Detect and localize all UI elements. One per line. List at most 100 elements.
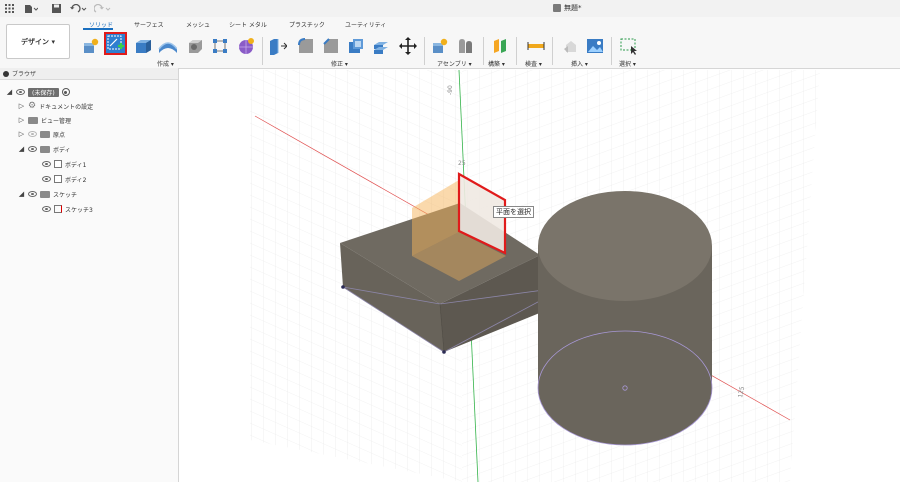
insert-canvas-icon[interactable] <box>585 36 604 55</box>
sweep-icon[interactable] <box>185 36 204 55</box>
extrude-icon[interactable] <box>133 36 152 55</box>
ribbon-separator <box>611 37 612 65</box>
visibility-eye-off-icon[interactable] <box>28 131 37 137</box>
tree-item-label: 原点 <box>53 131 66 139</box>
tree-item-label: ボディ1 <box>65 161 87 169</box>
grid-menu-icon[interactable] <box>4 3 14 14</box>
sketch-point[interactable] <box>442 350 446 354</box>
revolve-icon[interactable] <box>158 36 177 55</box>
root-component-label: (未保存) <box>28 87 59 97</box>
tree-item-bodies[interactable]: ◢ ボディ <box>18 143 71 155</box>
assemble-component-icon[interactable] <box>430 36 449 55</box>
press-pull-icon[interactable] <box>268 36 287 55</box>
fillet-icon[interactable] <box>296 36 315 55</box>
undo-icon[interactable] <box>70 3 88 14</box>
gear-icon: ⚙ <box>28 101 37 111</box>
insert-group-label[interactable]: 挿入 ▾ <box>571 59 588 68</box>
ribbon-separator <box>516 37 517 65</box>
construct-group-label[interactable]: 構築 ▾ <box>488 59 505 68</box>
visibility-eye-icon[interactable] <box>28 191 37 197</box>
workspace-design-button[interactable]: デザイン ▾ <box>6 24 70 59</box>
folder-icon <box>40 190 50 198</box>
chamfer-icon[interactable] <box>321 36 340 55</box>
assemble-group-label[interactable]: アセンブリ ▾ <box>437 59 472 68</box>
loft-icon[interactable] <box>210 36 229 55</box>
tree-item-label: スケッチ <box>53 191 78 199</box>
tree-item-label: ボディ2 <box>65 176 87 184</box>
expand-triangle-icon[interactable]: ▷ <box>18 130 25 138</box>
tree-item-doc-settings[interactable]: ▷ ⚙ ドキュメントの設定 <box>18 100 93 112</box>
visibility-eye-icon[interactable] <box>42 206 51 212</box>
create-sketch-icon[interactable] <box>104 32 127 55</box>
ribbon-separator <box>483 37 484 65</box>
cylinder-top-face[interactable] <box>538 191 712 301</box>
tree-item-label: ボディ <box>53 146 71 154</box>
tree-item-label: ドキュメントの設定 <box>39 103 94 111</box>
folder-icon <box>40 145 50 153</box>
offset-plane-icon[interactable] <box>490 36 509 55</box>
folder-icon <box>40 130 50 138</box>
create-group-label[interactable]: 作成 ▾ <box>157 59 174 68</box>
collapse-triangle-icon[interactable]: ◢ <box>18 190 25 198</box>
collapse-triangle-icon[interactable]: ◢ <box>18 145 25 153</box>
select-icon[interactable] <box>619 36 638 55</box>
tree-item-body2[interactable]: ボディ2 <box>42 173 86 185</box>
form-icon[interactable] <box>236 36 255 55</box>
workspace-design-label: デザイン ▾ <box>21 37 55 46</box>
combine-icon[interactable] <box>371 36 390 55</box>
activate-radio-icon[interactable] <box>61 88 70 96</box>
axis-label-mid: 25 <box>458 160 466 167</box>
sketch-point[interactable] <box>341 285 345 289</box>
viewport-svg[interactable]: -90 25 125 <box>179 68 900 483</box>
select-group-label[interactable]: 選択 ▾ <box>619 59 636 68</box>
tab-sheet-metal[interactable]: シート メタル <box>229 20 267 29</box>
file-menu-icon[interactable] <box>24 3 38 14</box>
select-plane-tooltip: 平面を選択 <box>493 206 534 218</box>
visibility-eye-icon[interactable] <box>42 161 51 167</box>
tree-item-label: スケッチ3 <box>65 206 93 214</box>
tree-item-named-views[interactable]: ▷ ビュー管理 <box>18 114 71 126</box>
visibility-eye-icon[interactable] <box>28 146 37 152</box>
tree-item-sketches[interactable]: ◢ スケッチ <box>18 188 77 200</box>
document-title-text: 無題* <box>564 4 582 12</box>
tree-item-label: ビュー管理 <box>41 117 72 125</box>
tab-solid-underline <box>83 28 113 30</box>
new-component-icon[interactable] <box>81 36 100 55</box>
shell-icon[interactable] <box>346 36 365 55</box>
save-icon[interactable] <box>51 3 61 14</box>
title-bar: 無題* <box>0 0 900 18</box>
insert-derive-icon[interactable] <box>561 36 580 55</box>
ribbon-toolbar: ソリッド サーフェス メッシュ シート メタル プラスチック ユーティリティ デ… <box>0 17 900 69</box>
modify-group-label[interactable]: 修正 ▾ <box>331 59 348 68</box>
tab-plastic[interactable]: プラスチック <box>289 20 325 29</box>
ribbon-separator <box>262 37 263 65</box>
browser-title: ブラウザ <box>12 71 37 78</box>
move-icon[interactable] <box>398 36 417 55</box>
inspect-group-label[interactable]: 検査 ▾ <box>525 59 542 68</box>
redo-icon[interactable] <box>94 3 112 14</box>
body-icon <box>54 175 62 183</box>
browser-header[interactable]: ブラウザ <box>0 68 178 80</box>
axis-label-top: -90 <box>447 85 454 95</box>
expand-triangle-icon[interactable]: ▷ <box>18 102 25 110</box>
tree-item-body1[interactable]: ボディ1 <box>42 158 86 170</box>
root-component-text: (未保存) <box>32 89 55 97</box>
collapse-triangle-icon[interactable]: ◢ <box>6 88 13 96</box>
folder-icon <box>28 116 38 124</box>
expand-triangle-icon[interactable]: ▷ <box>18 116 25 124</box>
tab-mesh[interactable]: メッシュ <box>186 20 210 29</box>
body-icon <box>54 160 62 168</box>
viewport-canvas[interactable]: -90 25 125 平面を選択 <box>179 68 900 483</box>
tab-surface[interactable]: サーフェス <box>134 20 164 29</box>
tree-item-origin[interactable]: ▷ 原点 <box>18 128 65 140</box>
visibility-eye-icon[interactable] <box>16 89 25 95</box>
tab-utility[interactable]: ユーティリティ <box>345 20 386 29</box>
cylinder-bottom[interactable] <box>538 331 712 445</box>
collapse-circle-icon[interactable] <box>3 70 9 77</box>
joint-icon[interactable] <box>455 36 474 55</box>
tree-item-sketch3[interactable]: スケッチ3 <box>42 203 93 215</box>
tree-root-row[interactable]: ◢ (未保存) <box>6 86 70 98</box>
browser-panel: ブラウザ ◢ (未保存) ▷ ⚙ ドキュメントの設定 ▷ ビュー管理 ▷ 原点 … <box>0 68 179 482</box>
visibility-eye-icon[interactable] <box>42 176 51 182</box>
measure-icon[interactable] <box>526 36 545 55</box>
